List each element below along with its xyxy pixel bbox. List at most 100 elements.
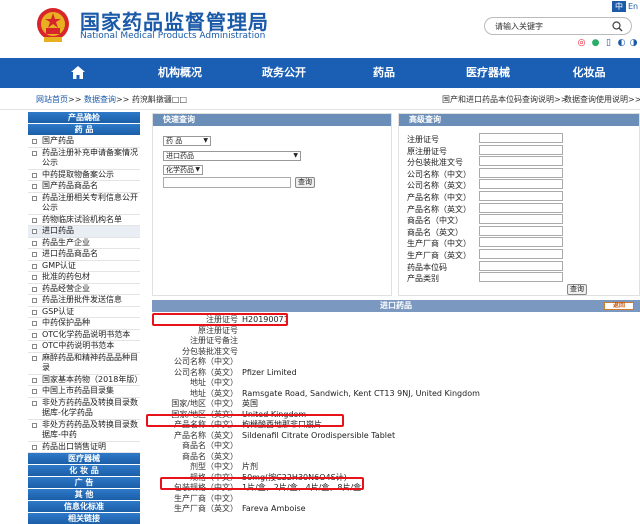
national-emblem-icon <box>37 8 69 42</box>
advanced-field-input[interactable] <box>479 202 563 213</box>
advanced-field-input[interactable] <box>479 167 563 178</box>
share-icon[interactable]: ◑ <box>628 38 639 49</box>
sidebar-item[interactable]: GSP认证 <box>28 306 140 318</box>
nav-medical-devices[interactable]: 医疗器械 <box>458 58 518 88</box>
drug-type-select[interactable]: 化学药品 ▼ <box>163 165 203 175</box>
sidebar-cat[interactable]: 化 妆 品 <box>28 465 140 476</box>
barcode-query-help-link[interactable]: 国产和进口药品本位码查询说明 <box>442 95 554 104</box>
mobile-icon[interactable]: ▯ <box>603 38 614 49</box>
accessibility-icon[interactable]: ◐ <box>616 38 627 49</box>
row-label: 国家/地区（中文） <box>171 399 238 408</box>
nav-gov-affairs[interactable]: 政务公开 <box>254 58 314 88</box>
main-nav: 机构概况 政务公开 药品 医疗器械 化妆品 <box>0 58 640 88</box>
sidebar-item[interactable]: GMP认证 <box>28 260 140 272</box>
advanced-field-label: 注册证号 <box>407 135 439 144</box>
sidebar-item[interactable]: 药品生产企业 <box>28 237 140 249</box>
sidebar-item[interactable]: 中国上市药品目录集 <box>28 386 140 398</box>
sidebar-item[interactable]: 麻醉药品和精神药品品种目录 <box>28 352 140 375</box>
lang-en-button[interactable]: En <box>627 1 639 12</box>
sidebar-item-label: 麻醉药品和精神药品品种目录 <box>42 352 138 373</box>
sidebar-cat[interactable]: 医疗器械 <box>28 453 140 464</box>
advanced-field-label: 公司名称（中文） <box>407 169 471 179</box>
sidebar-item[interactable]: 药物临床试验机构名单 <box>28 214 140 226</box>
sidebar-cat[interactable]: 信息化标准 <box>28 501 140 512</box>
sidebar-cat-drugs[interactable]: 药 品 <box>28 124 140 135</box>
nav-org-overview[interactable]: 机构概况 <box>150 58 210 88</box>
sidebar-item-label: GMP认证 <box>42 260 76 270</box>
advanced-field-input[interactable] <box>479 156 563 167</box>
row-value: 片剂 <box>242 462 258 471</box>
advanced-field-label: 生产厂商（中文） <box>407 239 471 249</box>
advanced-field-input[interactable] <box>479 179 563 190</box>
advanced-field-input[interactable] <box>479 249 563 259</box>
advanced-search-button[interactable]: 查询 <box>567 284 587 295</box>
list-bullet-icon <box>32 217 37 223</box>
sidebar-item[interactable]: 中药提取物备案公示 <box>28 169 140 181</box>
database-select[interactable]: 进口药品 ▼ <box>163 151 301 161</box>
sidebar-item[interactable]: 国产药品商品名 <box>28 181 140 193</box>
sidebar-item[interactable]: 药品经营企业 <box>28 283 140 295</box>
advanced-field-input[interactable] <box>479 133 563 143</box>
sidebar-item[interactable]: 药品注册补充申请备案情况公示 <box>28 147 140 170</box>
sidebar-cat-products[interactable]: 产品确检 <box>28 112 140 123</box>
list-bullet-icon <box>32 172 37 178</box>
sidebar-item[interactable]: 药品出口销售证明 <box>28 441 140 453</box>
advanced-field-input[interactable] <box>479 260 563 271</box>
nav-cosmetics[interactable]: 化妆品 <box>564 58 614 88</box>
sidebar-item[interactable]: OTC中药说明书范本 <box>28 341 140 353</box>
list-bullet-icon <box>32 252 37 257</box>
quick-search-input[interactable] <box>163 177 291 188</box>
weibo-icon[interactable]: ◎ <box>576 38 587 49</box>
highlight-package-spec <box>160 477 364 490</box>
list-bullet-icon <box>32 377 37 383</box>
breadcrumb-home[interactable]: 网站首页 <box>36 95 68 104</box>
search-icon[interactable] <box>612 21 623 32</box>
sidebar-item[interactable]: OTC化学药品说明书范本 <box>28 329 140 341</box>
search-input[interactable] <box>495 20 607 32</box>
row-label: 产品名称（英文） <box>174 430 238 440</box>
back-button[interactable]: 返回 <box>604 302 634 310</box>
advanced-field-input[interactable] <box>479 214 563 225</box>
row-label: 分包装批准文号 <box>182 346 238 356</box>
sidebar-cat[interactable]: 广 告 <box>28 477 140 488</box>
advanced-field-input[interactable] <box>479 272 563 283</box>
sidebar-item[interactable]: 国家基本药物（2018年版） <box>28 374 142 386</box>
sidebar-item-label: 药品注册相关专利信息公开公示 <box>42 192 138 213</box>
sidebar-item-label: 药品经营企业 <box>42 283 90 293</box>
sidebar-item-label: 批准的药包材 <box>42 272 90 281</box>
sidebar-item[interactable]: 进口药品 <box>28 226 140 238</box>
list-bullet-icon <box>32 422 37 428</box>
nav-drugs[interactable]: 药品 <box>364 58 404 88</box>
data-query-help-link[interactable]: 数据查询使用说明 <box>564 95 628 104</box>
table-row: 剂型（中文） 片剂 <box>152 462 640 473</box>
list-bullet-icon <box>32 389 37 394</box>
nav-home[interactable] <box>60 58 96 88</box>
category-select[interactable]: 药 品 ▼ <box>163 136 211 146</box>
result-title-text: 进口药品 <box>380 301 412 310</box>
advanced-field-input[interactable] <box>479 237 563 248</box>
advanced-field-label: 分包装批准文号 <box>407 158 463 168</box>
sidebar-item[interactable]: 批准的药包材 <box>28 272 140 284</box>
list-bullet-icon <box>32 332 37 338</box>
advanced-field-input[interactable] <box>479 144 563 155</box>
wechat-icon[interactable]: ● <box>590 38 601 49</box>
sidebar-item[interactable]: 进口药品商品名 <box>28 249 140 261</box>
sidebar-cat[interactable]: 其 他 <box>28 489 140 500</box>
quick-search-title: 快速查询 <box>153 114 391 126</box>
sidebar-item[interactable]: 国产药品 <box>28 136 140 148</box>
quick-search-button[interactable]: 查询 <box>295 177 315 188</box>
sidebar-item[interactable]: 药品注册批件发送信息 <box>28 295 140 307</box>
breadcrumb-data-query[interactable]: 数据查询 <box>84 95 116 104</box>
sidebar-cat[interactable]: 相关链接 <box>28 513 140 524</box>
lang-zh-button[interactable]: 中 <box>612 1 626 12</box>
advanced-field-input[interactable] <box>479 191 563 201</box>
sidebar-item[interactable]: 药品注册相关专利信息公开公示 <box>28 192 140 215</box>
sidebar-item[interactable]: 中药保护品种 <box>28 318 140 330</box>
row-label: 生产厂商（英文） <box>174 504 238 513</box>
list-bullet-icon <box>32 298 37 303</box>
sidebar-item[interactable]: 非处方药药品及转换目录数据库-化学药品 <box>28 397 140 420</box>
list-bullet-icon <box>32 309 37 315</box>
sidebar-item[interactable]: 非处方药药品及转换目录数据库-中药 <box>28 419 140 442</box>
sidebar-item-label: OTC化学药品说明书范本 <box>42 329 131 339</box>
advanced-field-input[interactable] <box>479 225 563 236</box>
